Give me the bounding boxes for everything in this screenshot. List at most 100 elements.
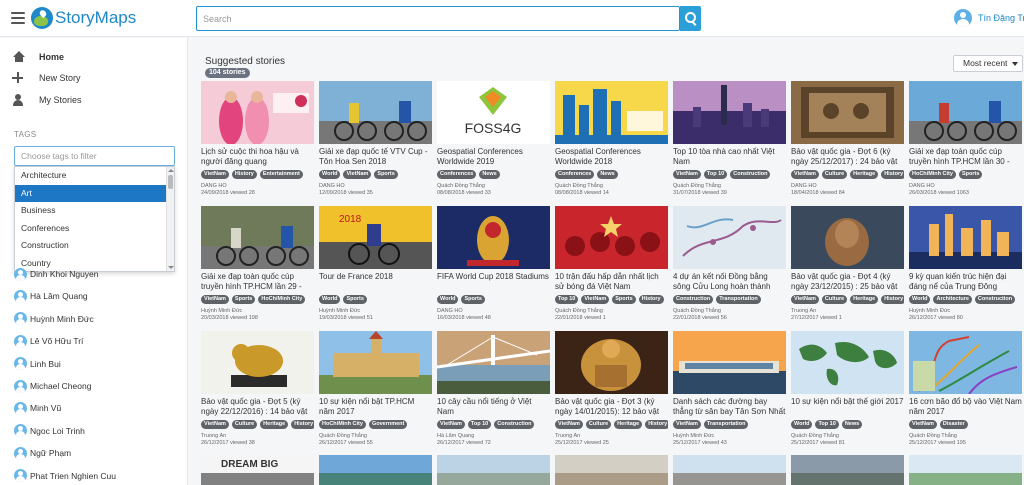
story-tag[interactable]: History (881, 170, 904, 179)
story-tag[interactable]: Sports (343, 295, 367, 304)
story-tag[interactable]: History (231, 170, 257, 179)
story-author[interactable]: Truong An (555, 433, 580, 439)
story-tag[interactable]: Top 10 (815, 420, 839, 429)
story-thumbnail[interactable] (437, 455, 550, 485)
story-title[interactable]: Lịch sử cuộc thi hoa hậu và người đăng q… (201, 147, 314, 167)
story-thumbnail[interactable] (673, 81, 786, 144)
story-tag[interactable]: VietNam (201, 420, 229, 429)
story-tag[interactable]: HoChiMinh City (319, 420, 366, 429)
story-author[interactable]: DANG HO (909, 183, 935, 189)
story-thumbnail[interactable] (791, 455, 904, 485)
story-tag[interactable]: Sports (231, 295, 256, 304)
story-author[interactable]: Quách Đồng Thắng (791, 433, 839, 439)
story-tag[interactable]: Conferences (555, 170, 595, 179)
story-title[interactable]: 9 kỳ quan kiến trúc hiện đại đáng nể của… (909, 272, 1022, 292)
story-author[interactable]: Huỳnh Minh Đức (201, 308, 242, 314)
story-thumbnail[interactable] (555, 206, 668, 269)
story-title[interactable]: Bảo vật quốc gia - Đợt 3 (ký ngày 14/01/… (555, 397, 668, 417)
story-card[interactable]: Bảo vật quốc gia - Đợt 3 (ký ngày 14/01/… (555, 331, 668, 455)
story-thumbnail[interactable] (555, 455, 668, 485)
user-list-item[interactable]: Huỳnh Minh Đức (14, 312, 94, 326)
story-thumbnail[interactable] (673, 206, 786, 269)
tag-option[interactable]: Conferences (15, 220, 167, 238)
story-author[interactable]: Quách Đồng Thắng (319, 433, 367, 439)
story-title[interactable]: Giải xe đạp toàn quốc cúp truyền hình TP… (909, 147, 1022, 168)
story-tag[interactable]: Transportation (703, 420, 749, 429)
story-card[interactable]: Bảo vật quốc gia - Đợt 4 (ký ngày 23/12/… (791, 206, 904, 330)
story-tag[interactable]: History (291, 420, 314, 429)
story-title[interactable]: Tour de France 2018 (319, 272, 432, 282)
story-tag[interactable]: VietNam (201, 295, 229, 304)
user-list-item[interactable]: Phat Trien Nghien Cuu (14, 469, 116, 483)
story-author[interactable]: Huỳnh Minh Đức (909, 308, 950, 314)
story-card[interactable]: 2018 Tour de France 2018 World Sports Huỳnh … (319, 206, 432, 330)
nav-new-story[interactable]: New Story (12, 70, 81, 86)
story-tag[interactable]: Sports (461, 295, 485, 304)
story-thumbnail[interactable] (673, 331, 786, 394)
story-tag[interactable]: Culture (821, 170, 848, 179)
tags-filter-input[interactable] (14, 146, 175, 166)
story-tag[interactable]: VietNam (555, 420, 583, 429)
story-thumbnail[interactable] (909, 81, 1022, 144)
story-thumbnail[interactable] (319, 81, 432, 144)
story-title[interactable]: Bảo vật quốc gia - Đợt 4 (ký ngày 23/12/… (791, 272, 904, 292)
story-tag[interactable]: Culture (231, 420, 258, 429)
story-tag[interactable]: Top 10 (467, 420, 492, 429)
story-tag[interactable]: Culture (585, 420, 612, 429)
story-card[interactable]: Giải xe đạp quốc tế VTV Cup - Tôn Hoa Se… (319, 81, 432, 205)
story-card[interactable]: 4 dự án kết nối Đồng bằng sông Cửu Long … (673, 206, 786, 330)
story-title[interactable]: Bảo vật quốc gia - Đợt 5 (ký ngày 22/12/… (201, 397, 314, 417)
story-title[interactable]: 10 sự kiện nổi bật thế giới 2017 (791, 397, 904, 407)
story-card[interactable]: Danh sách các đường bay thẳng từ sân bay… (673, 331, 786, 455)
story-card[interactable]: Giải xe đạp toàn quốc cúp truyền hình TP… (909, 81, 1022, 205)
story-card[interactable]: 10 sự kiện nổi bật thế giới 2017 World Top… (791, 331, 904, 455)
user-list-item[interactable]: Linh Bui (14, 357, 61, 371)
story-thumbnail[interactable] (791, 206, 904, 269)
story-tag[interactable]: World (319, 295, 341, 304)
story-tag[interactable]: Top 10 (555, 295, 579, 304)
story-card[interactable]: Bảo vật quốc gia - Đợt 5 (ký ngày 22/12/… (201, 331, 314, 455)
story-tag[interactable]: Heritage (614, 420, 643, 429)
story-title[interactable]: 16 cơn bão đổ bộ vào Việt Nam năm 2017 (909, 397, 1022, 417)
story-thumbnail[interactable]: DREAM BIG (201, 455, 314, 485)
tag-option[interactable]: Business (15, 202, 167, 220)
story-tag[interactable]: Construction (730, 170, 771, 179)
story-author[interactable]: Truong An (791, 308, 816, 314)
story-title[interactable]: 4 dự án kết nối Đồng bằng sông Cửu Long … (673, 272, 786, 293)
story-tag[interactable]: VietNam (673, 170, 701, 179)
story-title[interactable]: 10 trận đấu hấp dẫn nhất lịch sử bóng đá… (555, 272, 668, 292)
story-tag[interactable]: Heritage (850, 295, 879, 304)
story-thumbnail[interactable] (909, 206, 1022, 269)
nav-home[interactable]: Home (12, 49, 64, 65)
story-tag[interactable]: Top 10 (703, 170, 728, 179)
story-author[interactable]: Huỳnh Minh Đức (319, 308, 360, 314)
story-tag[interactable]: Architecture (933, 295, 972, 304)
story-tag[interactable]: Construction (494, 420, 535, 429)
app-name[interactable]: StoryMaps (55, 8, 136, 28)
story-tag[interactable]: News (841, 420, 863, 429)
story-thumbnail[interactable] (319, 331, 432, 394)
story-author[interactable]: Truong An (201, 433, 226, 439)
story-tag[interactable]: Transportation (716, 295, 761, 304)
story-author[interactable]: Quách Đồng Thắng (673, 183, 721, 189)
tag-option-selected[interactable]: Art (15, 184, 167, 202)
story-tag[interactable]: Sports (958, 170, 983, 179)
story-thumbnail[interactable] (909, 455, 1022, 485)
story-thumbnail[interactable] (791, 331, 904, 394)
story-title[interactable]: Geospatial Conferences Worldwide 2018 (555, 147, 668, 167)
story-tag[interactable]: VietNam (909, 420, 937, 429)
story-thumbnail[interactable] (201, 81, 314, 144)
story-title[interactable]: FIFA World Cup 2018 Stadiums (437, 272, 550, 282)
story-thumbnail[interactable] (909, 331, 1022, 394)
story-card[interactable]: FIFA World Cup 2018 Stadiums World Sports D… (437, 206, 550, 330)
story-author[interactable]: Huỳnh Minh Đức (673, 433, 714, 439)
story-tag[interactable]: VietNam (673, 420, 701, 429)
story-tag[interactable]: Government (368, 420, 408, 429)
nav-my-stories[interactable]: My Stories (12, 92, 82, 108)
story-tag[interactable]: News (479, 170, 500, 179)
story-tag[interactable]: World (437, 295, 459, 304)
story-thumbnail[interactable] (319, 455, 432, 485)
story-thumbnail[interactable] (555, 331, 668, 394)
story-tag[interactable]: HoChiMinh City (909, 170, 956, 179)
story-author[interactable]: DANG HO (437, 308, 463, 314)
